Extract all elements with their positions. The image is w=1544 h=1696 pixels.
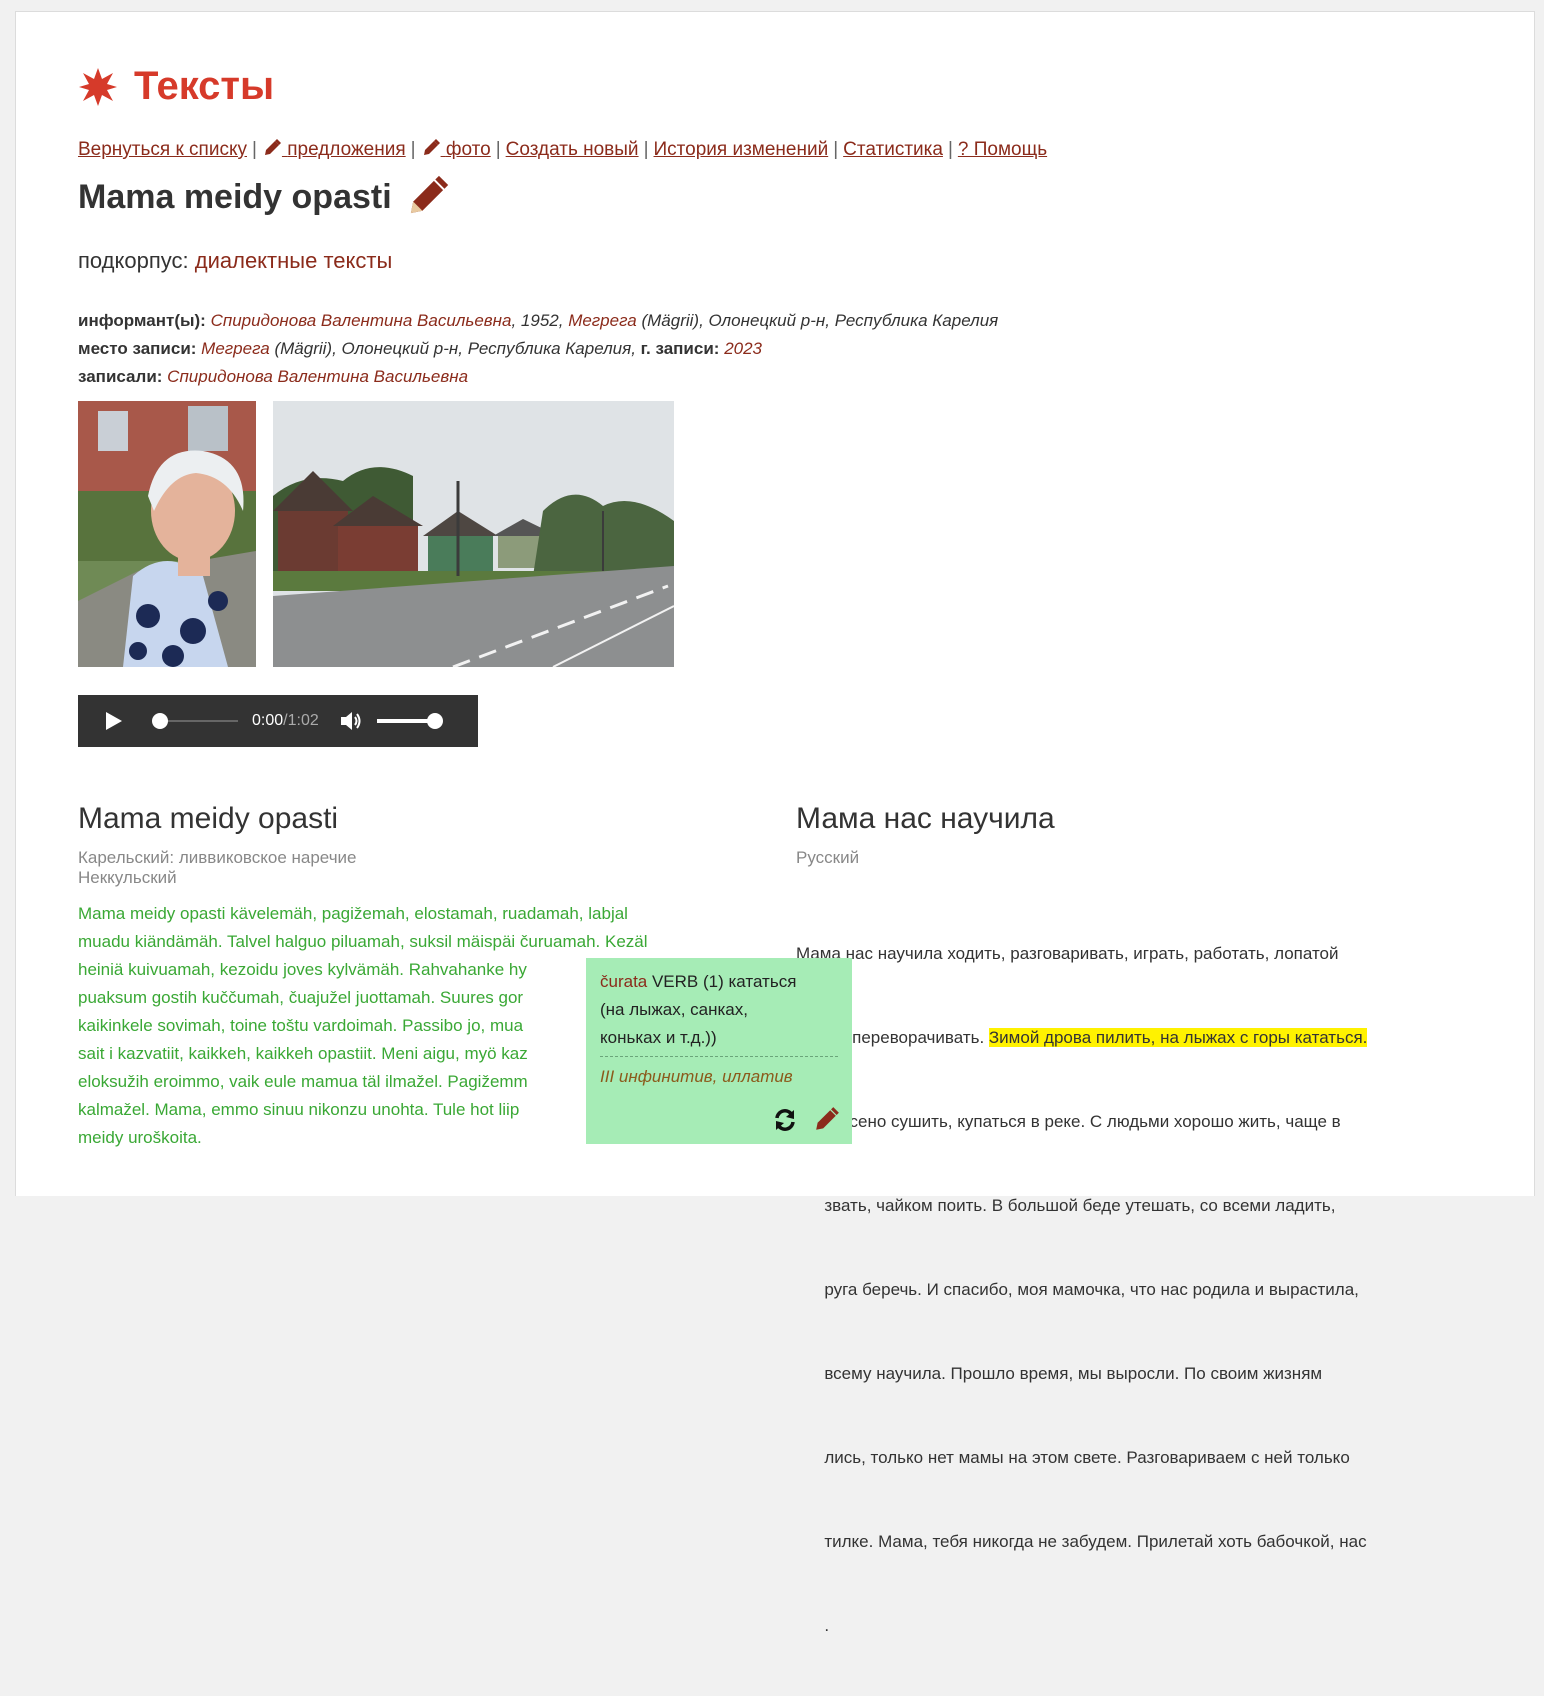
recorders-link[interactable]: Спиридонова Валентина Васильевна xyxy=(167,367,468,386)
page-title: Тексты xyxy=(78,64,274,109)
record-place-row: место записи: Мегрега (Mägrii), Олонецки… xyxy=(78,339,763,358)
history-link[interactable]: История изменений xyxy=(654,139,829,160)
help-link[interactable]: ? Помощь xyxy=(958,139,1047,160)
create-new-link[interactable]: Создать новый xyxy=(506,139,639,160)
text-line: всему научила. Прошло время, мы выросли.… xyxy=(796,1364,1323,1383)
informant-photo-image xyxy=(78,401,256,667)
text-line: лись, только нет мамы на этом свете. Раз… xyxy=(796,1448,1350,1467)
russian-column: Мама нас научила Русский Мама нас научил… xyxy=(796,802,1496,1696)
informant-photo[interactable] xyxy=(78,401,256,667)
seek-slider[interactable] xyxy=(152,713,238,729)
text-line: звать, чайком поить. В большой беде утеш… xyxy=(796,1196,1336,1215)
back-to-list-link[interactable]: Вернуться к списку xyxy=(78,139,247,160)
tooltip-actions xyxy=(772,1106,840,1134)
audio-player: 0:00 / 1:02 xyxy=(78,695,478,747)
edit-photo-link[interactable]: фото xyxy=(421,139,491,160)
volume-handle[interactable] xyxy=(426,713,443,729)
text-line: Мама нас научила ходить, разговаривать, … xyxy=(796,944,1339,963)
informant-place-link[interactable]: Мегрега xyxy=(568,311,637,330)
informant-row: информант(ы): Спиридонова Валентина Васи… xyxy=(78,311,999,330)
text-metadata: информант(ы): Спиридонова Валентина Васи… xyxy=(78,307,998,391)
tooltip-divider xyxy=(600,1056,838,1057)
informant-link[interactable]: Спиридонова Валентина Васильевна xyxy=(211,311,512,330)
refresh-icon[interactable] xyxy=(772,1107,798,1133)
tooltip-gloss: (на лыжах, санках, xyxy=(600,1000,748,1019)
village-photo-image xyxy=(273,401,674,667)
recorders-row: записали: Спиридонова Валентина Васильев… xyxy=(78,367,469,386)
star-logo-icon xyxy=(79,67,117,106)
text-line: землю переворачивать. Зимой дрова пилить… xyxy=(796,1028,1368,1047)
pencil-icon xyxy=(423,139,440,155)
edit-pencil-icon[interactable] xyxy=(812,1106,840,1134)
action-nav: Вернуться к списку | предложения | фото | Со… xyxy=(78,139,1048,160)
karelian-dialect: Неккульский xyxy=(78,868,177,887)
text-line[interactable]: Mama meidy opasti kävelemäh, pagižemah, … xyxy=(78,900,758,928)
page-title-text: Тексты xyxy=(134,64,275,108)
russian-text: Мама нас научила ходить, разговаривать, … xyxy=(796,884,1496,1696)
current-time: 0:00 xyxy=(252,712,284,729)
text-line[interactable]: muadu kiändämäh. Talvel halguo piluamah,… xyxy=(78,928,758,956)
russian-language: Русский xyxy=(796,848,860,867)
text-line: . xyxy=(796,1616,830,1635)
play-icon[interactable] xyxy=(102,710,124,732)
highlighted-sentence: Зимой дрова пилить, на лыжах с горы ката… xyxy=(988,1028,1368,1047)
text-title: Mama meidy opasti xyxy=(78,177,392,216)
pencil-icon xyxy=(264,139,281,155)
edit-pencil-icon[interactable] xyxy=(404,174,450,220)
record-year-link[interactable]: 2023 xyxy=(724,339,762,358)
tooltip-gloss: коньках и т.д.)) xyxy=(600,1028,717,1047)
statistics-link[interactable]: Статистика xyxy=(843,139,943,160)
karelian-title: Mama meidy opasti xyxy=(78,802,339,835)
text-line: Летом сено сушить, купаться в реке. С лю… xyxy=(796,1112,1341,1131)
tooltip-lemma-row: čurata VERB (1) кататься xyxy=(600,972,797,991)
edit-sentences-link[interactable]: предложения xyxy=(262,139,406,160)
duration: 1:02 xyxy=(287,712,319,729)
village-photo[interactable] xyxy=(273,401,674,667)
karelian-language: Карельский: ливвиковское наречие xyxy=(78,848,357,867)
seek-handle[interactable] xyxy=(152,713,168,729)
subcorpus: подкорпус: диалектные тексты xyxy=(78,248,393,273)
volume-icon[interactable] xyxy=(339,710,363,732)
tooltip-grammar: III инфинитив, иллатив xyxy=(600,1067,793,1086)
russian-title: Мама нас научила xyxy=(796,802,1055,835)
word-tooltip: čurata VERB (1) кататься (на лыжах, санк… xyxy=(586,958,852,1144)
text-line: руга беречь. И спасибо, моя мамочка, что… xyxy=(796,1280,1359,1299)
text-heading: Mama meidy opasti xyxy=(78,174,450,220)
page-container: Тексты Вернуться к списку | предложения | … xyxy=(15,11,1535,1635)
lemma-link[interactable]: čurata xyxy=(600,972,647,991)
record-place-link[interactable]: Мегрега xyxy=(201,339,270,358)
subcorpus-link[interactable]: диалектные тексты xyxy=(195,248,393,273)
volume-slider[interactable] xyxy=(376,713,443,729)
text-line: тилке. Мама, тебя никогда не забудем. Пр… xyxy=(796,1532,1367,1551)
